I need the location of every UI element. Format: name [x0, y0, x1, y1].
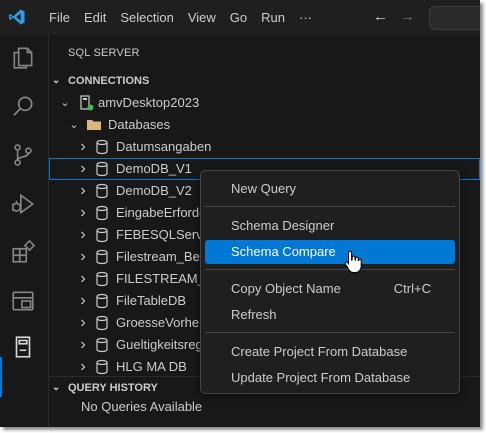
forward-arrow-icon[interactable]: → — [400, 9, 415, 25]
server-name: amvDesktop2023 — [98, 95, 200, 110]
database-label: Datumsangaben — [116, 139, 212, 154]
database-icon — [96, 249, 108, 265]
chevron-right-icon: › — [80, 248, 86, 265]
menu-item-schema-compare[interactable]: Schema Compare — [205, 240, 455, 264]
chevron-right-icon: › — [80, 160, 86, 177]
context-menu: New Query Schema Designer Schema Compare… — [200, 170, 460, 394]
vscode-window: File Edit Selection View Go Run ··· ← → — [0, 0, 480, 427]
back-arrow-icon[interactable]: ← — [373, 9, 388, 25]
chevron-right-icon: › — [80, 204, 86, 221]
database-label: Gueltigkeitsreg — [116, 337, 203, 352]
menu-file[interactable]: File — [42, 0, 77, 35]
menu-item-new-query[interactable]: New Query — [205, 177, 455, 201]
menu-item-copy-object-name[interactable]: Copy Object Name Ctrl+C — [205, 277, 455, 301]
database-label: GroesseVorher — [116, 315, 204, 330]
menu-run[interactable]: Run — [254, 0, 292, 35]
explorer-icon[interactable] — [10, 45, 36, 71]
menu-separator — [205, 206, 455, 207]
connections-section-header[interactable]: ⌄ CONNECTIONS — [49, 70, 480, 92]
vscode-logo-icon[interactable] — [8, 8, 26, 26]
database-icon — [96, 227, 108, 243]
folder-icon — [87, 120, 101, 130]
chevron-right-icon: › — [80, 358, 86, 375]
sql-server-icon[interactable] — [10, 334, 36, 360]
menu-item-create-project[interactable]: Create Project From Database — [205, 340, 455, 364]
menu-view[interactable]: View — [181, 0, 223, 35]
database-label: FileTableDB — [116, 293, 187, 308]
chevron-right-icon: › — [80, 226, 86, 243]
menu-separator — [205, 269, 455, 270]
query-history-label: QUERY HISTORY — [68, 382, 158, 394]
query-history-empty-text: No Queries Available — [81, 399, 203, 414]
activity-bar — [0, 35, 49, 427]
menu-selection[interactable]: Selection — [113, 0, 180, 35]
hand-pointer-icon — [344, 250, 362, 273]
chevron-right-icon: › — [80, 270, 86, 287]
database-label: DemoDB_V2 — [116, 183, 192, 198]
database-icon — [96, 205, 108, 221]
active-indicator — [0, 357, 2, 397]
menu-item-update-project[interactable]: Update Project From Database — [205, 366, 455, 390]
menu-bar: File Edit Selection View Go Run ··· — [42, 0, 319, 35]
database-icon — [96, 315, 108, 331]
database-icon — [96, 293, 108, 309]
server-icon — [80, 95, 94, 111]
sidebar-title: SQL SERVER — [68, 47, 140, 59]
tree-item-databases-folder[interactable]: ⌄ Databases — [49, 114, 480, 136]
database-label: HLG MA DB — [116, 359, 187, 374]
chevron-right-icon: › — [80, 182, 86, 199]
command-center-search[interactable] — [429, 6, 480, 30]
chevron-down-icon: ⌄ — [60, 97, 70, 109]
menu-item-schema-designer[interactable]: Schema Designer — [205, 214, 455, 238]
database-icon — [96, 271, 108, 287]
title-bar: File Edit Selection View Go Run ··· ← → — [0, 0, 480, 35]
database-label: Filestream_Beis — [116, 249, 210, 264]
tree-item-server[interactable]: ⌄ amvDesktop2023 — [49, 92, 480, 114]
chevron-right-icon: › — [80, 336, 86, 353]
database-icon — [96, 359, 108, 375]
chevron-down-icon: ⌄ — [69, 119, 79, 131]
chevron-down-icon: ⌄ — [52, 382, 61, 393]
menu-go[interactable]: Go — [223, 0, 254, 35]
run-debug-icon[interactable] — [10, 191, 36, 217]
menu-more[interactable]: ··· — [292, 0, 319, 35]
remote-explorer-icon[interactable] — [10, 288, 36, 314]
search-icon[interactable] — [10, 93, 36, 119]
tree-item-database[interactable]: › Datumsangaben — [49, 136, 480, 158]
extensions-icon[interactable] — [10, 239, 36, 265]
database-label: DemoDB_V1 — [116, 161, 192, 176]
database-label: EingabeErforde — [116, 205, 207, 220]
chevron-right-icon: › — [80, 314, 86, 331]
menu-edit[interactable]: Edit — [77, 0, 113, 35]
database-icon — [96, 161, 108, 177]
connections-label: CONNECTIONS — [68, 75, 150, 87]
chevron-right-icon: › — [80, 292, 86, 309]
chevron-right-icon: › — [80, 138, 86, 155]
database-icon — [96, 139, 108, 155]
shortcut-label: Ctrl+C — [393, 281, 431, 296]
menu-separator — [205, 332, 455, 333]
database-icon — [96, 183, 108, 199]
database-icon — [96, 337, 108, 353]
chevron-down-icon: ⌄ — [52, 75, 61, 86]
source-control-icon[interactable] — [10, 142, 36, 168]
menu-item-refresh[interactable]: Refresh — [205, 303, 455, 327]
databases-folder-label: Databases — [108, 117, 171, 132]
